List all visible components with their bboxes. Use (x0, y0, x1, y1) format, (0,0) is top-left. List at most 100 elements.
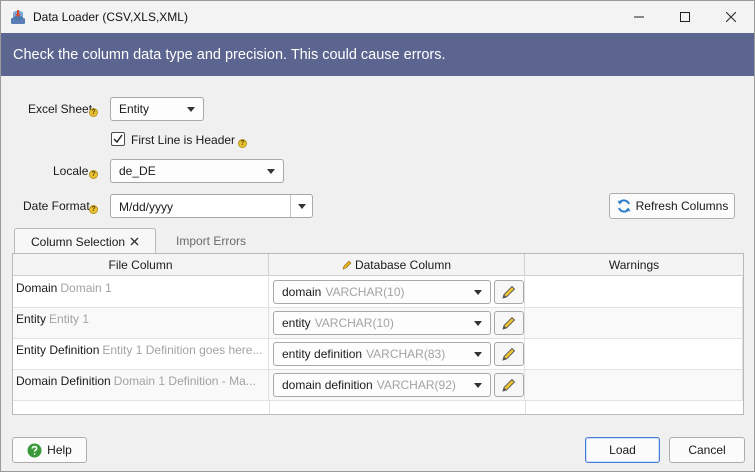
data-loader-icon (11, 10, 25, 24)
first-line-header-label: First Line is Header (131, 133, 236, 147)
date-format-label: Date Format (23, 199, 90, 213)
database-column-type: VARCHAR(83) (366, 347, 446, 361)
database-column-select[interactable]: entity VARCHAR(10) (273, 311, 491, 335)
help-label: Help (47, 443, 72, 457)
database-column-select[interactable]: domain VARCHAR(10) (273, 280, 491, 304)
file-column-sample: Domain 1 Definition - Ma... (113, 374, 256, 388)
help-button[interactable]: Help (12, 437, 87, 463)
header-database-column[interactable]: Database Column (269, 254, 525, 276)
cancel-button[interactable]: Cancel (669, 437, 745, 463)
chevron-down-icon (474, 290, 482, 295)
pencil-icon (342, 260, 352, 270)
maximize-icon (680, 12, 690, 22)
tab-import-errors[interactable]: Import Errors (166, 228, 256, 254)
locale-hint-icon[interactable]: ? (89, 170, 98, 179)
file-column-name: Entity (16, 312, 47, 326)
locale-value: de_DE (119, 164, 156, 178)
file-column-sample: Domain 1 (60, 281, 112, 295)
maximize-button[interactable] (662, 1, 708, 33)
refresh-icon (617, 199, 631, 213)
file-column-name: Entity Definition (16, 343, 100, 357)
database-column-cell: entity VARCHAR(10) (269, 308, 525, 339)
edit-column-button[interactable] (494, 311, 524, 335)
header-file-column[interactable]: File Column (13, 254, 269, 276)
checkmark-icon (113, 134, 123, 144)
first-line-header-checkbox[interactable] (111, 132, 125, 146)
header-warnings[interactable]: Warnings (525, 254, 743, 276)
table-row: Domain Definition Domain 1 Definition - M… (13, 370, 743, 401)
edit-column-button[interactable] (494, 280, 524, 304)
file-column-cell: Domain Definition Domain 1 Definition - M… (13, 370, 269, 401)
database-column-name: entity definition (282, 347, 363, 361)
excel-sheet-select[interactable]: Entity (110, 97, 204, 121)
excel-sheet-value: Entity (119, 102, 150, 116)
file-column-name: Domain Definition (16, 374, 111, 388)
database-column-name: domain (282, 285, 322, 299)
database-column-type: VARCHAR(92) (376, 378, 456, 392)
header-database-column-label: Database Column (354, 258, 452, 272)
column-mapping-table: File Column Database Column Warnings Dom… (12, 253, 744, 415)
file-column-sample: Entity 1 (49, 312, 90, 326)
table-header: File Column Database Column Warnings (13, 254, 743, 276)
data-loader-window: Data Loader (CSV,XLS,XML) Check the colu… (0, 0, 755, 472)
pencil-icon (502, 285, 516, 299)
database-column-select[interactable]: domain definition VARCHAR(92) (273, 373, 491, 397)
minimize-icon (634, 16, 644, 18)
file-column-cell: Entity Entity 1 (13, 308, 269, 339)
instruction-banner: Check the column data type and precision… (1, 33, 754, 76)
locale-label: Locale (53, 164, 89, 178)
chevron-down-icon (474, 383, 482, 388)
locale-select[interactable]: de_DE (110, 159, 284, 183)
close-icon (726, 12, 736, 22)
pencil-icon (502, 347, 516, 361)
chevron-down-icon (474, 352, 482, 357)
file-column-cell: Domain Domain 1 (13, 277, 269, 308)
excel-sheet-hint-icon[interactable]: ? (89, 108, 98, 117)
column-divider (525, 401, 526, 414)
date-format-dropdown-button[interactable] (290, 195, 312, 217)
tab-column-selection[interactable]: Column Selection (14, 228, 156, 254)
cancel-label: Cancel (688, 443, 726, 457)
table-row: Domain Domain 1 domain VARCHAR(10) (13, 277, 743, 308)
title-bar: Data Loader (CSV,XLS,XML) (1, 1, 754, 33)
tab-column-selection-label: Column Selection (31, 234, 126, 249)
database-column-select[interactable]: entity definition VARCHAR(83) (273, 342, 491, 366)
first-line-header-hint-icon[interactable]: ? (238, 139, 247, 148)
database-column-type: VARCHAR(10) (325, 285, 405, 299)
edit-column-button[interactable] (494, 373, 524, 397)
warning-cell (525, 277, 743, 308)
load-label: Load (609, 443, 636, 457)
minimize-button[interactable] (616, 1, 662, 33)
question-icon (27, 443, 42, 457)
database-column-name: entity (282, 316, 311, 330)
column-divider (269, 401, 270, 414)
chevron-down-icon (187, 107, 195, 112)
edit-column-button[interactable] (494, 342, 524, 366)
file-column-sample: Entity 1 Definition goes here... (102, 343, 263, 357)
refresh-columns-label: Refresh Columns (635, 199, 729, 213)
banner-message: Check the column data type and precision… (13, 47, 446, 63)
date-format-input[interactable]: M/dd/yyyy (111, 195, 290, 217)
excel-sheet-label: Excel Sheet (28, 102, 93, 116)
database-column-name: domain definition (282, 378, 373, 392)
pencil-icon (502, 378, 516, 392)
database-column-cell: domain VARCHAR(10) (269, 277, 525, 308)
chevron-down-icon (474, 321, 482, 326)
header-warnings-label: Warnings (608, 258, 660, 272)
load-button[interactable]: Load (585, 437, 660, 463)
database-column-type: VARCHAR(10) (314, 316, 394, 330)
date-format-combo[interactable]: M/dd/yyyy (110, 194, 313, 218)
table-row: Entity Entity 1 entity VARCHAR(10) (13, 308, 743, 339)
file-column-cell: Entity Definition Entity 1 Definition goe… (13, 339, 269, 370)
close-button[interactable] (708, 1, 754, 33)
warning-cell (525, 308, 743, 339)
file-column-name: Domain (16, 281, 58, 295)
table-row: Entity Definition Entity 1 Definition goe… (13, 339, 743, 370)
close-tab-icon[interactable] (130, 237, 139, 246)
database-column-cell: domain definition VARCHAR(92) (269, 370, 525, 401)
database-column-cell: entity definition VARCHAR(83) (269, 339, 525, 370)
refresh-columns-button[interactable]: Refresh Columns (609, 193, 735, 219)
chevron-down-icon (267, 169, 275, 174)
warning-cell (525, 370, 743, 401)
date-format-hint-icon[interactable]: ? (89, 205, 98, 214)
